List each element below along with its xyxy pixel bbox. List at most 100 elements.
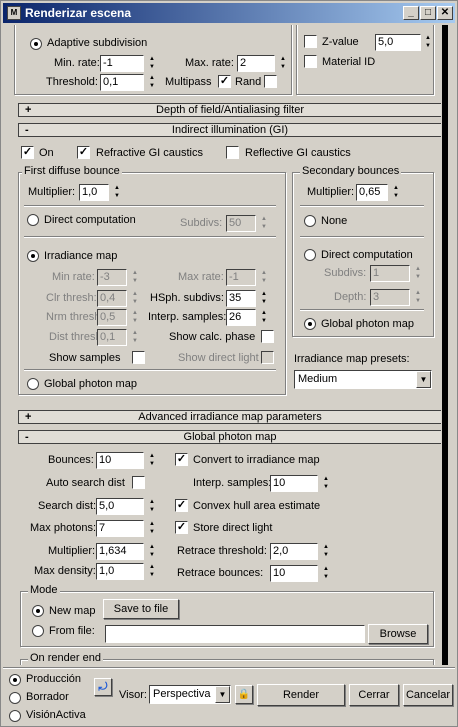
gpm-interp-input[interactable]: 10 (270, 475, 318, 492)
visionactiva-radio[interactable] (9, 710, 21, 722)
second-subdivs-input[interactable]: 1 (370, 265, 410, 282)
adaptive-subdivision-radio[interactable] (30, 38, 42, 50)
second-direct-radio[interactable] (304, 249, 316, 261)
max-photons-spinner[interactable]: ▲ ▼ (147, 520, 157, 537)
threshold-input[interactable]: 0,1 (100, 74, 144, 91)
gpm-multiplier-input[interactable]: 1,634 (96, 543, 144, 560)
threshold-spinner[interactable]: ▲ ▼ (147, 74, 157, 91)
dist-thresh-input[interactable]: 0,1 (97, 329, 127, 346)
search-dist-input[interactable]: 5,0 (96, 498, 144, 515)
second-multiplier-input[interactable]: 0,65 (356, 184, 388, 201)
second-none-radio[interactable] (304, 215, 316, 227)
render-button[interactable]: Render (257, 684, 345, 706)
zvalue-checkbox[interactable] (304, 35, 317, 48)
interp-samples-input[interactable]: 26 (226, 309, 256, 326)
browse-button[interactable]: Browse (368, 624, 428, 644)
second-global-photon-radio[interactable] (304, 318, 316, 330)
irr-max-rate-spinner[interactable]: ▲ ▼ (259, 269, 269, 286)
store-direct-light-checkbox[interactable]: ✓ (175, 521, 188, 534)
secondary-bounces-title: Secondary bounces (300, 165, 402, 177)
second-subdivs-spinner[interactable]: ▲ ▼ (413, 265, 423, 282)
minimize-button[interactable]: _ (403, 6, 419, 20)
separator (300, 309, 424, 311)
first-subdivs-input[interactable]: 50 (226, 215, 256, 232)
min-rate-spinner[interactable]: ▲ ▼ (147, 55, 157, 72)
rollout-advanced-irradiance[interactable]: + Advanced irradiance map parameters (18, 410, 441, 424)
gpm-interp-spinner[interactable]: ▲ ▼ (321, 475, 331, 492)
maximize-button[interactable]: □ (420, 6, 436, 20)
borrador-radio[interactable] (9, 692, 21, 704)
depth-spinner[interactable]: ▲ ▼ (413, 289, 423, 306)
reflective-caustics-checkbox[interactable] (226, 146, 239, 159)
produccion-label: Producción (26, 673, 82, 685)
new-map-radio[interactable] (32, 605, 44, 617)
save-to-file-button[interactable]: Save to file (103, 599, 179, 619)
convex-hull-checkbox[interactable]: ✓ (175, 499, 188, 512)
lock-icon[interactable]: 🔒 (235, 685, 253, 704)
bounces-spinner[interactable]: ▲ ▼ (147, 452, 157, 469)
max-rate-input[interactable]: 2 (237, 55, 275, 72)
visor-dropdown[interactable]: Perspectiva ▼ (149, 685, 231, 704)
gpm-multiplier-spinner[interactable]: ▲ ▼ (147, 543, 157, 560)
first-multiplier-spinner[interactable]: ▲ ▼ (112, 184, 122, 201)
cerrar-button[interactable]: Cerrar (349, 684, 399, 706)
show-samples-checkbox[interactable] (132, 351, 145, 364)
irr-min-rate-input[interactable]: -3 (97, 269, 127, 286)
convert-irradiance-checkbox[interactable]: ✓ (175, 453, 188, 466)
clr-thresh-input[interactable]: 0,4 (97, 290, 127, 307)
refractive-caustics-checkbox[interactable]: ✓ (77, 146, 90, 159)
second-multiplier-spinner[interactable]: ▲ ▼ (391, 184, 401, 201)
hsph-subdivs-input[interactable]: 35 (226, 290, 256, 307)
clr-thresh-spinner[interactable]: ▲ ▼ (130, 290, 140, 307)
irr-min-rate-spinner[interactable]: ▲ ▼ (130, 269, 140, 286)
auto-search-checkbox[interactable] (132, 476, 145, 489)
max-density-spinner[interactable]: ▲ ▼ (147, 563, 157, 580)
threshold-label: Threshold: (46, 76, 98, 88)
retrace-bounces-spinner[interactable]: ▲ ▼ (321, 565, 331, 582)
irr-max-rate-input[interactable]: -1 (226, 269, 256, 286)
irradiance-map-radio[interactable] (27, 250, 39, 262)
first-direct-radio[interactable] (27, 214, 39, 226)
material-id-label: Material ID (322, 56, 376, 68)
irr-min-rate-label: Min rate: (52, 271, 95, 283)
bounces-input[interactable]: 10 (96, 452, 144, 469)
nrm-thresh-spinner[interactable]: ▲ ▼ (130, 309, 140, 326)
first-subdivs-spinner[interactable]: ▲ ▼ (259, 215, 269, 232)
depth-input[interactable]: 3 (370, 289, 410, 306)
nrm-thresh-input[interactable]: 0,5 (97, 309, 127, 326)
show-direct-light-checkbox[interactable] (261, 351, 274, 364)
hsph-subdivs-spinner[interactable]: ▲ ▼ (259, 290, 269, 307)
copy-preset-icon[interactable]: ⤾ (94, 678, 112, 696)
scrollbar-thumb[interactable] (442, 25, 448, 665)
rollout-gi[interactable]: - Indirect illumination (GI) (18, 123, 441, 137)
cancelar-button[interactable]: Cancelar (403, 684, 453, 706)
rollout-global-photon-map[interactable]: - Global photon map (18, 430, 441, 444)
show-calc-phase-checkbox[interactable] (261, 330, 274, 343)
from-file-path-input[interactable] (105, 625, 365, 643)
rand-checkbox[interactable] (264, 75, 277, 88)
max-density-input[interactable]: 1,0 (96, 563, 144, 580)
produccion-radio[interactable] (9, 674, 21, 686)
multipass-checkbox[interactable]: ✓ (218, 75, 231, 88)
max-photons-input[interactable]: 7 (96, 520, 144, 537)
gi-on-checkbox[interactable]: ✓ (21, 146, 34, 159)
retrace-threshold-spinner[interactable]: ▲ ▼ (321, 543, 331, 560)
zvalue-input[interactable]: 5,0 (375, 34, 421, 51)
retrace-threshold-input[interactable]: 2,0 (270, 543, 318, 560)
max-rate-spinner[interactable]: ▲ ▼ (278, 55, 288, 72)
retrace-bounces-input[interactable]: 10 (270, 565, 318, 582)
rollout-dof[interactable]: + Depth of field/Antialiasing filter (18, 103, 441, 117)
from-file-radio[interactable] (32, 625, 44, 637)
first-multiplier-input[interactable]: 1,0 (79, 184, 109, 201)
first-global-photon-radio[interactable] (27, 378, 39, 390)
close-button[interactable]: ✕ (437, 6, 453, 20)
min-rate-input[interactable]: -1 (100, 55, 144, 72)
visor-value: Perspectiva (153, 688, 211, 700)
presets-dropdown[interactable]: Medium ▼ (294, 370, 432, 389)
material-id-checkbox[interactable] (304, 55, 317, 68)
zvalue-spinner[interactable]: ▲ ▼ (423, 34, 433, 51)
search-dist-spinner[interactable]: ▲ ▼ (147, 498, 157, 515)
first-bounce-title: First diffuse bounce (22, 165, 122, 177)
interp-samples-spinner[interactable]: ▲ ▼ (259, 309, 269, 326)
dist-thresh-spinner[interactable]: ▲ ▼ (130, 329, 140, 346)
